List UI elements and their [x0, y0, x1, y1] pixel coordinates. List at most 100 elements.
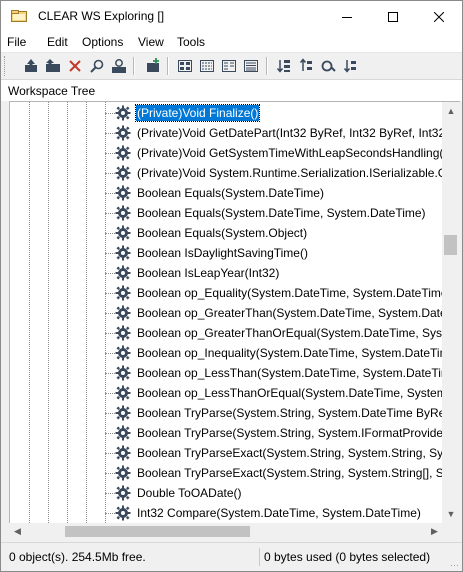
- tree-item-label: Int32 Compare(System.DateTime, System.Da…: [137, 506, 421, 520]
- list-view-icon: [222, 60, 236, 72]
- menu-tools[interactable]: Tools: [177, 35, 205, 49]
- tree-item-label: Boolean op_Inequality(System.DateTime, S…: [137, 346, 444, 360]
- tree-item[interactable]: Boolean Equals(System.Object): [10, 223, 443, 243]
- toolbar-delete-button[interactable]: [65, 56, 85, 76]
- tree-item[interactable]: Boolean op_GreaterThanOrEqual(System.Dat…: [10, 323, 443, 343]
- toolbar-list-button[interactable]: [219, 56, 239, 76]
- tree-branch-line: [105, 273, 115, 274]
- tree-item-label: Boolean op_LessThan(System.DateTime, Sys…: [137, 366, 444, 380]
- menu-file[interactable]: File: [7, 35, 26, 49]
- tree-item[interactable]: Boolean Equals(System.DateTime): [10, 183, 443, 203]
- main-window: CLEAR WS Exploring [] File Edit Options …: [0, 0, 463, 572]
- folder-up-icon: [46, 59, 60, 72]
- toolbar-small-icons-button[interactable]: [197, 56, 217, 76]
- tree-item-label: (Private)Void GetSystemTimeWithLeapSecon…: [137, 146, 444, 160]
- scroll-right-arrow-icon[interactable]: ▶: [426, 523, 443, 540]
- tree-item-label: Double ToOADate(): [137, 486, 242, 500]
- details-view-icon: [244, 60, 258, 72]
- tree-item-label: Boolean TryParse(System.String, System.D…: [137, 406, 444, 420]
- toolbar-details-button[interactable]: [241, 56, 261, 76]
- status-panel-left: 0 object(s). 254.5Mb free.: [9, 548, 249, 566]
- scroll-left-arrow-icon[interactable]: ◀: [9, 523, 26, 540]
- toolbar-grip[interactable]: [4, 56, 8, 76]
- toolbar-new-workspace-button[interactable]: [143, 56, 163, 76]
- tree-item[interactable]: Int32 Compare(System.DateTime, System.Da…: [10, 503, 443, 523]
- method-gear-icon: [115, 145, 131, 161]
- tree-item[interactable]: (Private)Void Finalize(): [10, 103, 443, 123]
- close-button[interactable]: [416, 1, 462, 32]
- method-gear-icon: [115, 205, 131, 221]
- menu-options[interactable]: Options: [82, 35, 123, 49]
- menu-view[interactable]: View: [138, 35, 164, 49]
- minimize-icon: [342, 16, 352, 18]
- tree-item[interactable]: (Private)Void GetDatePart(Int32 ByRef, I…: [10, 123, 443, 143]
- tree-item[interactable]: Boolean op_LessThan(System.DateTime, Sys…: [10, 363, 443, 383]
- horizontal-scrollbar[interactable]: ◀ ▶: [9, 523, 460, 540]
- toolbar-find-files-button[interactable]: [109, 56, 129, 76]
- title-bar: CLEAR WS Exploring []: [1, 1, 462, 32]
- horizontal-scroll-thumb[interactable]: [65, 526, 250, 537]
- method-gear-icon: [115, 325, 131, 341]
- toolbar-sort-button[interactable]: [274, 56, 294, 76]
- tree-item-label: Boolean op_LessThanOrEqual(System.DateTi…: [137, 386, 443, 400]
- tree-branch-line: [105, 133, 115, 134]
- maximize-button[interactable]: [370, 1, 416, 32]
- toolbar-separator: [133, 57, 135, 75]
- status-panel-right: 0 bytes used (0 bytes selected): [259, 548, 459, 566]
- tree-branch-line: [105, 493, 115, 494]
- tree-item[interactable]: Boolean TryParse(System.String, System.D…: [10, 403, 443, 423]
- method-gear-icon: [115, 345, 131, 361]
- method-gear-icon: [115, 425, 131, 441]
- tree-item-label: Boolean Equals(System.DateTime, System.D…: [137, 206, 426, 220]
- toolbar-folder-up-button[interactable]: [43, 56, 63, 76]
- tree-item-label: Boolean TryParseExact(System.String, Sys…: [137, 466, 444, 480]
- tree-branch-line: [105, 293, 115, 294]
- vertical-scrollbar[interactable]: ▲ ▼: [442, 101, 460, 524]
- workspace-tree-title: Workspace Tree: [8, 84, 96, 98]
- vertical-scroll-thumb[interactable]: [444, 235, 457, 255]
- tree-item[interactable]: Boolean TryParseExact(System.String, Sys…: [10, 443, 443, 463]
- scroll-up-arrow-icon[interactable]: ▲: [442, 102, 460, 119]
- tree-item[interactable]: Boolean TryParse(System.String, System.I…: [10, 423, 443, 443]
- toolbar-find-button[interactable]: [87, 56, 107, 76]
- method-gear-icon: [115, 465, 131, 481]
- method-gear-icon: [115, 285, 131, 301]
- tree-item-label: (Private)Void Finalize(): [134, 104, 261, 122]
- tree-item[interactable]: Double ToOADate(): [10, 483, 443, 503]
- tree-item[interactable]: Boolean op_GreaterThan(System.DateTime, …: [10, 303, 443, 323]
- tree-branch-line: [105, 193, 115, 194]
- toolbar-large-icons-button[interactable]: [175, 56, 195, 76]
- tree-item[interactable]: Boolean IsLeapYear(Int32): [10, 263, 443, 283]
- tree-item-label: Boolean IsDaylightSavingTime(): [137, 246, 308, 260]
- status-bar: 0 object(s). 254.5Mb free. 0 bytes used …: [1, 542, 462, 571]
- method-gear-icon: [115, 385, 131, 401]
- tree-item[interactable]: Boolean op_Inequality(System.DateTime, S…: [10, 343, 443, 363]
- tree-item[interactable]: Boolean IsDaylightSavingTime(): [10, 243, 443, 263]
- toolbar-refresh-button[interactable]: [318, 56, 338, 76]
- tree-item[interactable]: Boolean op_Equality(System.DateTime, Sys…: [10, 283, 443, 303]
- tree-branch-line: [105, 173, 115, 174]
- minimize-button[interactable]: [324, 1, 370, 32]
- tree-item[interactable]: Boolean TryParseExact(System.String, Sys…: [10, 463, 443, 483]
- toolbar-separator: [266, 57, 268, 75]
- tree-item[interactable]: (Private)Void GetSystemTimeWithLeapSecon…: [10, 143, 443, 163]
- toolbar: [1, 53, 462, 80]
- close-icon: [434, 11, 444, 22]
- scroll-down-arrow-icon[interactable]: ▼: [442, 505, 460, 522]
- tree-item[interactable]: (Private)Void System.Runtime.Serializati…: [10, 163, 443, 183]
- toolbar-back-up-button[interactable]: [21, 56, 41, 76]
- tree-branch-line: [105, 213, 115, 214]
- sort-icon: [276, 60, 290, 73]
- toolbar-sort-asc-button[interactable]: [340, 56, 360, 76]
- new-workspace-icon: [147, 58, 159, 72]
- tree-item[interactable]: Boolean Equals(System.DateTime, System.D…: [10, 203, 443, 223]
- method-gear-icon: [115, 265, 131, 281]
- tree-item[interactable]: Boolean op_LessThanOrEqual(System.DateTi…: [10, 383, 443, 403]
- tree-branch-line: [105, 433, 115, 434]
- resize-grip-icon[interactable]: ⋯: [450, 560, 459, 571]
- toolbar-sort-desc-button[interactable]: [296, 56, 316, 76]
- workspace-tree[interactable]: (Private)Void Finalize() (Private)Void Ge…: [9, 101, 444, 524]
- tree-item-label: Boolean TryParseExact(System.String, Sys…: [137, 446, 444, 460]
- tree-branch-line: [105, 253, 115, 254]
- menu-edit[interactable]: Edit: [47, 35, 68, 49]
